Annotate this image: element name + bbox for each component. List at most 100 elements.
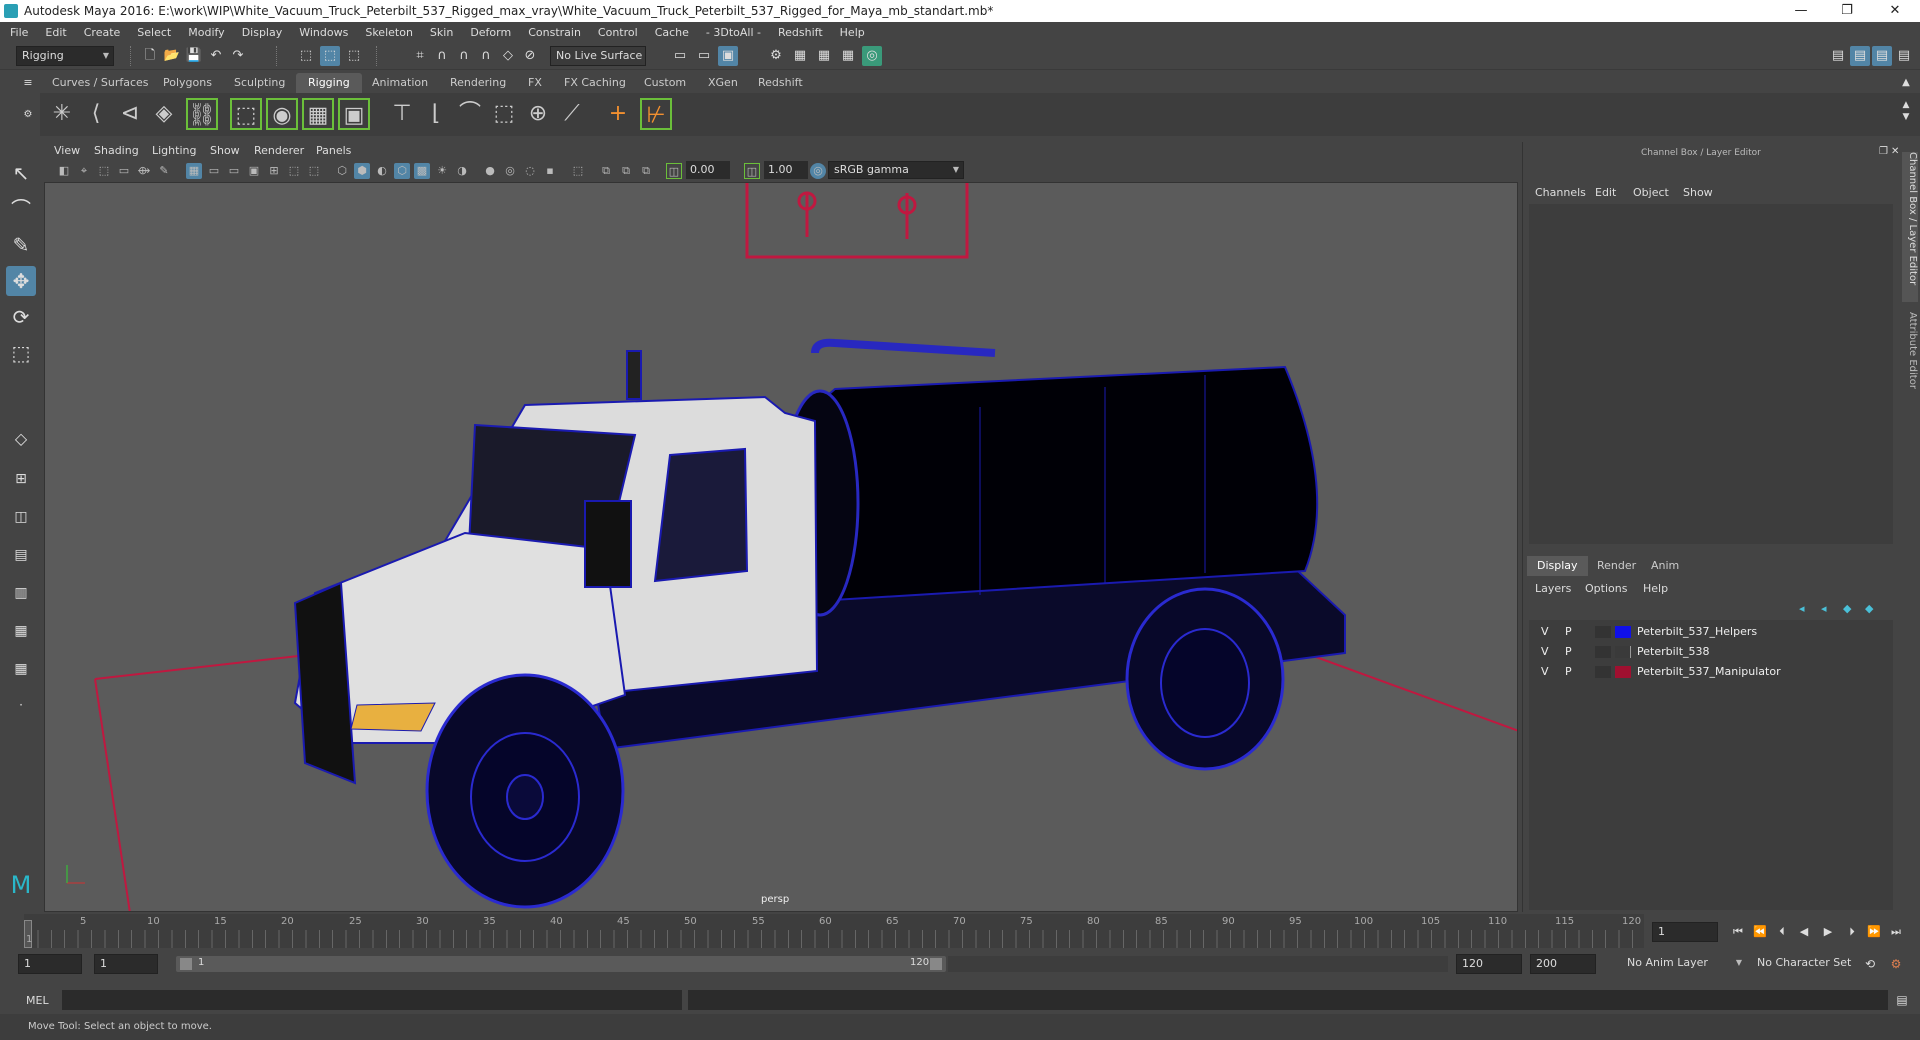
- modeling-toolkit-icon[interactable]: ▤: [1828, 46, 1848, 66]
- snap-view-icon[interactable]: ∩: [476, 46, 496, 66]
- character-set-dropdown[interactable]: No Character Set: [1752, 954, 1864, 974]
- shelf-tab-animation[interactable]: Animation: [360, 73, 440, 93]
- snap-point-icon[interactable]: ∩: [454, 46, 474, 66]
- aim-constraint-icon[interactable]: ⊕: [522, 98, 554, 130]
- close-panel-icon[interactable]: ✕: [1891, 146, 1899, 157]
- layer-color-swatch[interactable]: [1615, 626, 1631, 638]
- shelf-tab-curves-surfaces[interactable]: Curves / Surfaces: [40, 73, 161, 93]
- go-to-end-icon[interactable]: ⏭: [1886, 922, 1906, 942]
- range-start-handle[interactable]: [180, 958, 192, 970]
- channel-box-toggle-icon[interactable]: ▤: [1872, 46, 1892, 66]
- save-scene-icon[interactable]: 💾: [184, 46, 204, 66]
- safe-action-icon[interactable]: ⬚: [286, 163, 302, 179]
- hik-icon[interactable]: ⊬: [640, 98, 672, 130]
- layer-color-swatch[interactable]: [1615, 666, 1631, 678]
- depth-of-field-icon[interactable]: ▪: [542, 163, 558, 179]
- move-layer-up-icon[interactable]: ◂: [1799, 602, 1805, 615]
- create-joints-icon[interactable]: ✳: [46, 98, 78, 130]
- mirror-joint-icon[interactable]: ⊲: [114, 98, 146, 130]
- pole-vector-icon[interactable]: ⟋: [556, 98, 588, 130]
- open-scene-icon[interactable]: 📂: [162, 46, 182, 66]
- redo-icon[interactable]: ↷: [228, 46, 248, 66]
- menu-deform[interactable]: Deform: [470, 26, 511, 39]
- time-slider[interactable]: 1 5 10 15 20 25 30 35 40 45 50 55 60 65 …: [0, 912, 1920, 950]
- shelf-tab-redshift[interactable]: Redshift: [746, 73, 815, 93]
- layer-playback-toggle[interactable]: P: [1565, 622, 1572, 642]
- layer-tab-display[interactable]: Display: [1527, 556, 1588, 576]
- auto-key-icon[interactable]: ⟲: [1860, 954, 1880, 974]
- layer-menu-options[interactable]: Options: [1585, 582, 1627, 595]
- color-management-icon[interactable]: ◎: [810, 163, 826, 179]
- menu-3dtoall[interactable]: - 3DtoAll -: [706, 26, 761, 39]
- panel-menu-show[interactable]: Show: [210, 144, 240, 157]
- script-editor-icon[interactable]: ▤: [1892, 990, 1912, 1010]
- step-back-key-icon[interactable]: ⏴: [1772, 922, 1792, 942]
- wireframe-icon[interactable]: ⬡: [334, 163, 350, 179]
- menu-redshift[interactable]: Redshift: [778, 26, 823, 39]
- select-component-icon[interactable]: ⬚: [344, 46, 364, 66]
- xray-components-icon[interactable]: ⧉: [638, 163, 654, 179]
- insert-joint-icon[interactable]: ⟨: [80, 98, 112, 130]
- two-pane-layout-icon[interactable]: ◫: [6, 502, 36, 532]
- cb-menu-show[interactable]: Show: [1683, 186, 1713, 199]
- range-slider-bar[interactable]: [176, 956, 946, 972]
- multisample-aa-icon[interactable]: ◌: [522, 163, 538, 179]
- image-plane-icon[interactable]: ▭: [116, 163, 132, 179]
- snap-live-icon[interactable]: ⊘: [520, 46, 540, 66]
- layer-tab-anim[interactable]: Anim: [1641, 556, 1689, 576]
- redshift-ipr-icon[interactable]: ◎: [862, 46, 882, 66]
- camera-select-icon[interactable]: ◧: [56, 163, 72, 179]
- tool-settings-toggle-icon[interactable]: ▤: [1894, 46, 1914, 66]
- gate-mask-icon[interactable]: ▣: [246, 163, 262, 179]
- float-panel-icon[interactable]: ❐: [1879, 146, 1888, 157]
- move-tool-icon[interactable]: ✥: [6, 266, 36, 296]
- layer-visibility-toggle[interactable]: V: [1541, 622, 1549, 642]
- layer-color-swatch[interactable]: [1615, 646, 1631, 658]
- graph-layout-icon[interactable]: ▥: [6, 578, 36, 608]
- layer-type-swatch[interactable]: [1595, 646, 1611, 658]
- grease-pencil-icon[interactable]: ✎: [156, 163, 172, 179]
- time-slider-track[interactable]: [24, 914, 1644, 948]
- menu-display[interactable]: Display: [242, 26, 283, 39]
- select-tool-icon[interactable]: ↖: [6, 158, 36, 188]
- menu-modify[interactable]: Modify: [188, 26, 224, 39]
- shelf-tab-fx[interactable]: FX: [516, 73, 554, 93]
- layer-menu-help[interactable]: Help: [1643, 582, 1668, 595]
- layer-type-swatch[interactable]: [1595, 666, 1611, 678]
- scale-constraint-icon[interactable]: ⬚: [488, 98, 520, 130]
- smooth-shade-icon[interactable]: ⬢: [354, 163, 370, 179]
- playback-end-field[interactable]: 120: [1456, 954, 1522, 974]
- gamma-field[interactable]: 1.00: [764, 161, 808, 179]
- ik-handle-icon[interactable]: ⛓: [186, 98, 218, 130]
- menu-select[interactable]: Select: [137, 26, 171, 39]
- animation-end-field[interactable]: 200: [1530, 954, 1596, 974]
- menu-help[interactable]: Help: [840, 26, 865, 39]
- layer-playback-toggle[interactable]: P: [1565, 662, 1572, 682]
- camera-lock-icon[interactable]: ⌖: [76, 163, 92, 179]
- shadows-icon[interactable]: ◑: [454, 163, 470, 179]
- select-hierarchy-icon[interactable]: ⬚: [296, 46, 316, 66]
- new-scene-icon[interactable]: 🗋: [140, 46, 160, 66]
- shelf-tab-xgen[interactable]: XGen: [696, 73, 750, 93]
- render-layout-icon[interactable]: ▦: [6, 616, 36, 646]
- field-chart-icon[interactable]: ⊞: [266, 163, 282, 179]
- menu-file[interactable]: File: [10, 26, 28, 39]
- layer-playback-toggle[interactable]: P: [1565, 642, 1572, 662]
- step-back-icon[interactable]: ⏪: [1750, 922, 1770, 942]
- panel-menu-view[interactable]: View: [54, 144, 80, 157]
- snap-grid-icon[interactable]: ⌗: [410, 46, 430, 66]
- command-input[interactable]: [62, 990, 682, 1010]
- channel-list-area[interactable]: [1529, 204, 1893, 544]
- menu-control[interactable]: Control: [598, 26, 638, 39]
- shelf-down-icon[interactable]: ▼: [1896, 107, 1916, 127]
- safe-title-icon[interactable]: ⬚: [306, 163, 322, 179]
- shelf-menu-icon[interactable]: ≡: [18, 73, 38, 93]
- shelf-tab-sculpting[interactable]: Sculpting: [222, 73, 297, 93]
- live-surface-field[interactable]: No Live Surface: [550, 46, 646, 66]
- film-gate-icon[interactable]: ▭: [206, 163, 222, 179]
- orient-joint-icon[interactable]: ◈: [148, 98, 180, 130]
- xray-icon[interactable]: ⧉: [598, 163, 614, 179]
- menu-windows[interactable]: Windows: [299, 26, 348, 39]
- select-object-icon[interactable]: ⬚: [320, 46, 340, 66]
- cluster-icon[interactable]: ▣: [338, 98, 370, 130]
